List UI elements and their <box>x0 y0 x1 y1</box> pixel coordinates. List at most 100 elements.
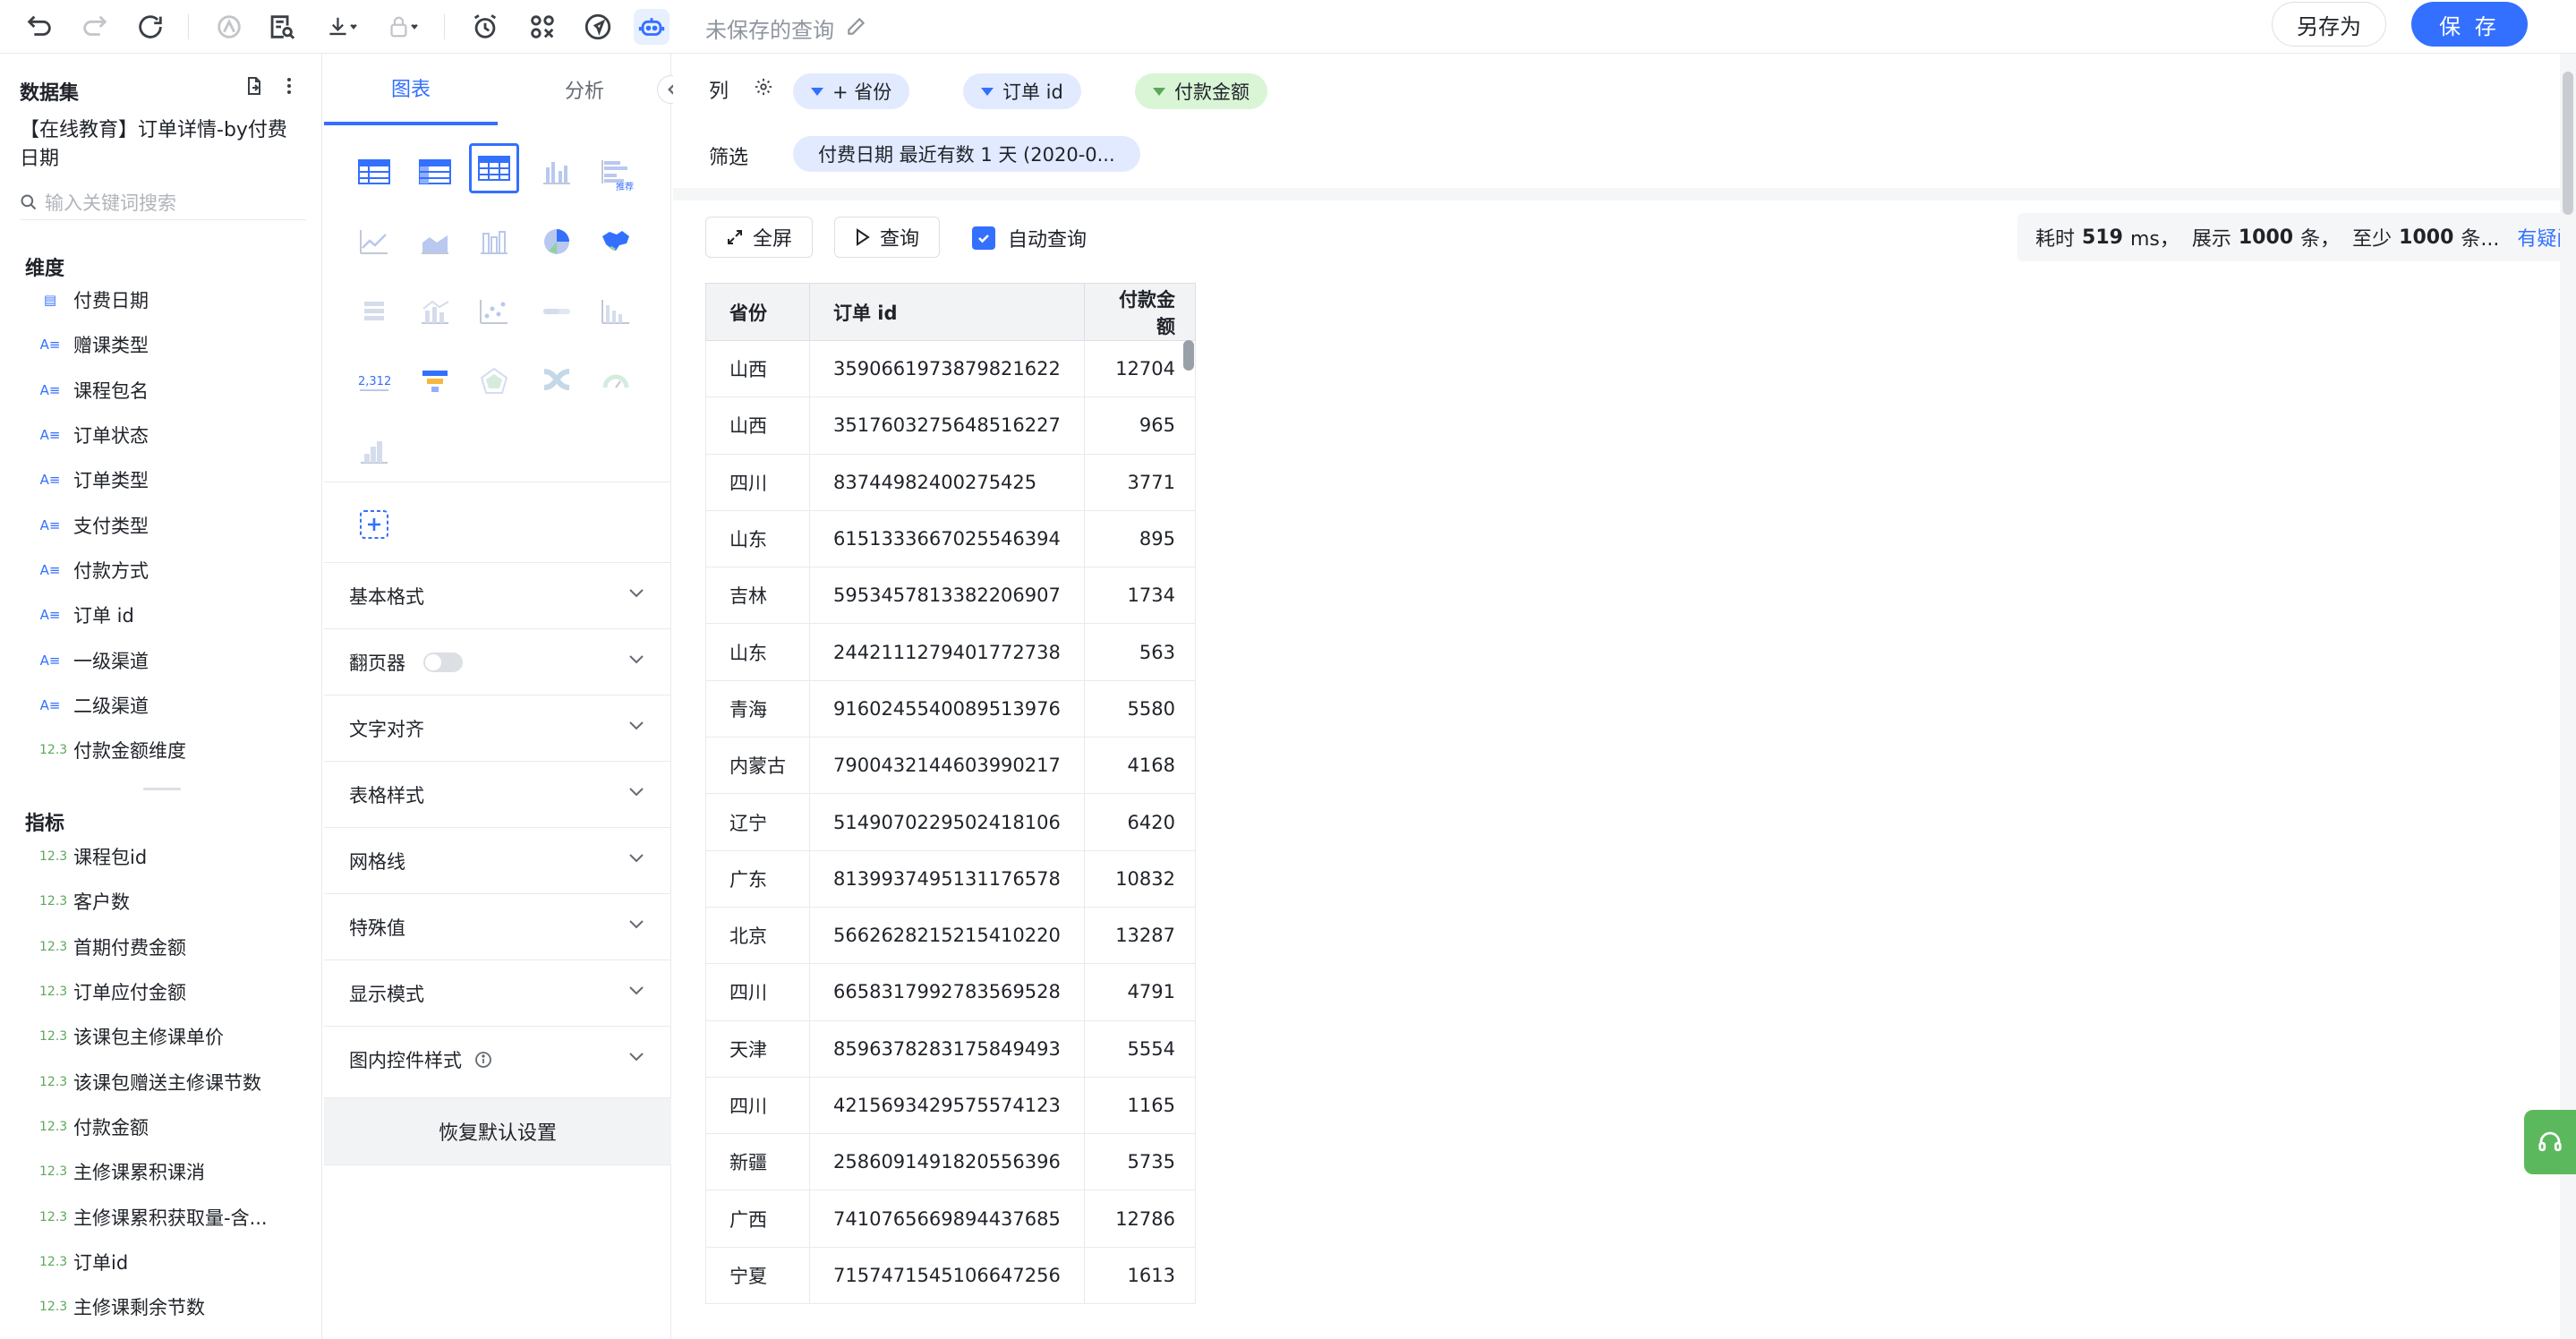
ai-robot-icon[interactable] <box>634 9 670 45</box>
funnel-chart-icon[interactable] <box>410 356 460 406</box>
field-item[interactable]: A≡ 订单 id <box>39 593 186 637</box>
section-display-mode[interactable]: 显示模式 <box>324 959 671 1026</box>
query-button[interactable]: 查询 <box>834 217 941 258</box>
pager-toggle[interactable] <box>423 652 463 672</box>
table-row[interactable]: 山西 3590661973879821622 12704 <box>705 339 1197 398</box>
table-row[interactable]: 北京 5662628215215410220 13287 <box>705 906 1197 965</box>
detail-table-chart-icon[interactable] <box>469 143 519 193</box>
reset-defaults-button[interactable]: 恢复默认设置 <box>324 1097 671 1165</box>
scatter-chart-icon[interactable] <box>469 286 519 337</box>
column-chart-icon[interactable] <box>532 147 582 197</box>
column-pill-order-id[interactable]: 订单 id <box>963 73 1081 109</box>
table-row[interactable]: 青海 9160245540089513976 5580 <box>705 679 1197 738</box>
field-item[interactable]: 12.3 订单应付金额 <box>39 969 268 1014</box>
column-header-order-id[interactable]: 订单 id <box>809 283 1085 341</box>
table-row[interactable]: 山西 3517603275648516227 965 <box>705 397 1197 455</box>
clean-icon[interactable] <box>211 9 247 45</box>
stacked-column-chart-icon[interactable] <box>469 217 519 267</box>
more-icon[interactable] <box>285 75 294 97</box>
gear-icon[interactable] <box>754 77 773 97</box>
fullscreen-button[interactable]: 全屏 <box>705 217 814 258</box>
indicator-card-icon[interactable]: 2,312 <box>349 356 399 406</box>
section-pager[interactable]: 翻页器 <box>324 628 671 695</box>
edit-icon[interactable] <box>845 14 868 38</box>
field-item[interactable]: 12.3 该课包赠送主修课节数 <box>39 1059 268 1104</box>
table-row[interactable]: 辽宁 5149070229502418106 6420 <box>705 793 1197 851</box>
save-as-button[interactable]: 另存为 <box>2272 2 2386 47</box>
customer-support-button[interactable] <box>2524 1110 2576 1174</box>
field-item[interactable]: 12.3 首期付费金额 <box>39 925 268 969</box>
line-chart-icon[interactable] <box>349 217 399 267</box>
table-row[interactable]: 山东 2442111279401772738 563 <box>705 623 1197 681</box>
field-item[interactable]: 12.3 主修课累积获取量-含... <box>39 1194 268 1239</box>
field-item[interactable]: 12.3 课程包id <box>39 834 268 879</box>
section-text-align[interactable]: 文字对齐 <box>324 695 671 761</box>
page-scrollbar-thumb[interactable] <box>2563 72 2573 215</box>
checkbox-checked-icon[interactable] <box>972 226 995 250</box>
section-in-chart-controls[interactable]: 图内控件样式 <box>324 1026 671 1092</box>
apps-icon[interactable] <box>525 9 560 45</box>
field-item[interactable]: 12.3 客户数 <box>39 879 268 924</box>
table-row[interactable]: 四川 83744982400275425 3771 <box>705 453 1197 511</box>
field-item[interactable]: A≡ 一级渠道 <box>39 637 186 682</box>
map-chart-icon[interactable] <box>591 217 641 267</box>
table-row[interactable]: 四川 6658317992783569528 4791 <box>705 963 1197 1021</box>
pivot-table-chart-icon[interactable] <box>410 147 460 197</box>
undo-icon[interactable] <box>21 9 57 45</box>
table-row[interactable]: 山东 6151333667025546394 895 <box>705 509 1197 568</box>
table-row[interactable]: 内蒙古 7900432144603990217 4168 <box>705 737 1197 795</box>
field-item[interactable]: A≡ 赠课类型 <box>39 322 186 367</box>
download-icon[interactable] <box>317 9 367 45</box>
field-item[interactable]: 12.3 付款金额 <box>39 1104 268 1149</box>
search-doc-icon[interactable] <box>263 9 299 45</box>
table-row[interactable]: 天津 8596378283175849493 5554 <box>705 1019 1197 1078</box>
field-item[interactable]: 12.3 主修课累积课消 <box>39 1149 268 1194</box>
info-icon[interactable] <box>474 1051 492 1069</box>
auto-query-checkbox[interactable]: 自动查询 <box>972 224 1087 252</box>
table-row[interactable]: 新疆 2586091491820556396 5735 <box>705 1133 1197 1191</box>
add-chart-type-icon[interactable] <box>358 508 390 541</box>
section-table-style[interactable]: 表格样式 <box>324 761 671 827</box>
dataset-name[interactable]: 【在线教育】订单详情-by付费日期 <box>20 116 306 174</box>
dual-axis-chart-icon[interactable] <box>349 286 399 337</box>
histogram-chart-icon[interactable] <box>349 426 399 476</box>
dataset-switch-icon[interactable] <box>243 75 265 97</box>
kpi-progress-chart-icon[interactable] <box>532 286 582 337</box>
table-row[interactable]: 吉林 5953457813382206907 1734 <box>705 567 1197 625</box>
column-pill-province[interactable]: + 省份 <box>793 73 910 109</box>
section-grid-lines[interactable]: 网格线 <box>324 827 671 893</box>
waterfall-chart-icon[interactable] <box>591 286 641 337</box>
gauge-chart-icon[interactable] <box>591 356 641 406</box>
query-title[interactable]: 未保存的查询 <box>705 13 834 44</box>
field-item[interactable]: 12.3 主修课剩余节数 <box>39 1284 268 1329</box>
cross-table-chart-icon[interactable] <box>349 147 399 197</box>
refresh-icon[interactable] <box>132 9 168 45</box>
filter-pill-pay-date[interactable]: 付费日期 最近有数 1 天 (2020-0... <box>793 136 1140 172</box>
field-item[interactable]: 12.3 订单id <box>39 1240 268 1284</box>
column-header-province[interactable]: 省份 <box>705 283 810 341</box>
table-row[interactable]: 宁夏 7157471545106647256 1613 <box>705 1246 1197 1305</box>
pie-chart-icon[interactable] <box>532 217 582 267</box>
field-item[interactable]: A≡ 课程包名 <box>39 368 186 413</box>
table-scrollbar[interactable] <box>1183 340 1194 371</box>
section-special-values[interactable]: 特殊值 <box>324 893 671 959</box>
field-item[interactable]: A≡ 订单类型 <box>39 457 186 502</box>
field-item[interactable]: A≡ 二级渠道 <box>39 683 186 728</box>
section-basic-format[interactable]: 基本格式 <box>324 562 671 628</box>
save-button[interactable]: 保 存 <box>2411 2 2528 47</box>
column-header-payment-amount[interactable]: 付款金额 <box>1083 283 1197 341</box>
bar-chart-icon[interactable]: 推荐 <box>591 147 641 197</box>
field-item[interactable]: A≡ 付款方式 <box>39 548 186 593</box>
lock-icon[interactable] <box>378 9 428 45</box>
radar-chart-icon[interactable] <box>469 356 519 406</box>
field-search[interactable]: 输入关键词搜索 <box>20 184 306 220</box>
field-item[interactable]: 12.3 该课包主修课单价 <box>39 1014 268 1059</box>
field-item[interactable]: 12.3 付款金额维度 <box>39 728 186 772</box>
tab-analysis[interactable]: 分析 <box>498 54 671 125</box>
send-icon[interactable] <box>580 9 616 45</box>
alarm-icon[interactable] <box>467 9 503 45</box>
combo-chart-icon[interactable] <box>410 286 460 337</box>
field-item[interactable]: A≡ 支付类型 <box>39 502 186 547</box>
redo-icon[interactable] <box>77 9 113 45</box>
sankey-chart-icon[interactable] <box>532 356 582 406</box>
